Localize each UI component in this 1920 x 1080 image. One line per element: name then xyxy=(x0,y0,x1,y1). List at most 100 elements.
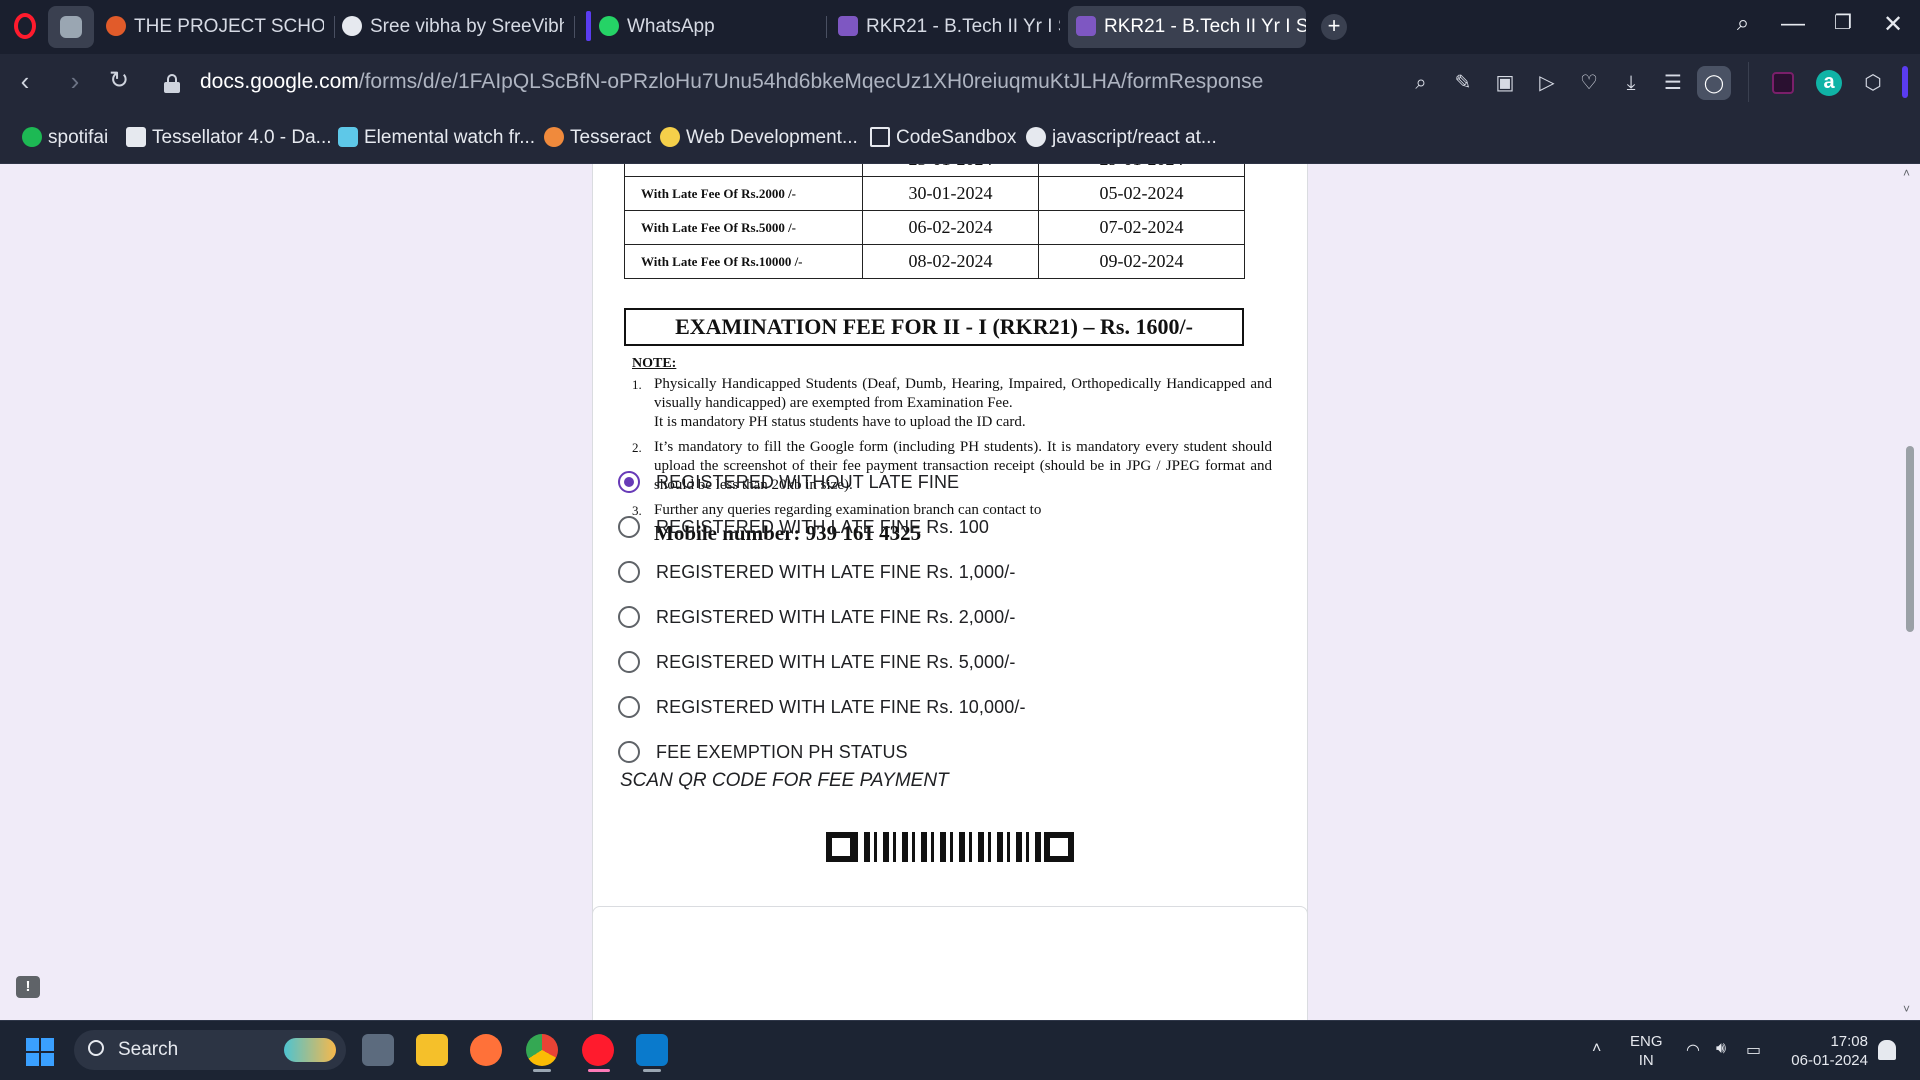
bookmark-web-development[interactable]: Web Development... xyxy=(660,124,858,152)
taskbar-search[interactable]: Search xyxy=(74,1030,346,1070)
tab-label: RKR21 - B.Tech II Yr I Sem xyxy=(866,16,1060,37)
radio-option-label: REGISTERED WITH LATE FINE Rs. 5,000/- xyxy=(656,651,1016,672)
search-icon xyxy=(88,1040,104,1056)
qr-section-title: SCAN QR CODE FOR FEE PAYMENT xyxy=(620,770,949,791)
url-field[interactable]: docs.google.com/forms/d/e/1FAIpQLScBfN-o… xyxy=(200,70,1263,94)
whatsapp-icon xyxy=(599,16,619,36)
radio-option[interactable]: REGISTERED WITH LATE FINE Rs. 10,000/- xyxy=(618,689,1026,725)
note-title: NOTE: xyxy=(632,356,677,371)
new-tab-button[interactable]: + xyxy=(1321,14,1347,40)
radio-option[interactable]: REGISTERED WITHOUT LATE FINE xyxy=(618,464,959,500)
windows-start-icon[interactable] xyxy=(26,1038,54,1066)
pinned-tab-chatgpt[interactable] xyxy=(48,6,94,48)
page-viewport: With Late Fee Of Rs.1000 /-23-01-202429-… xyxy=(0,164,1920,1020)
radio-option[interactable]: REGISTERED WITH LATE FINE Rs. 2,000/- xyxy=(618,599,1015,635)
fee-table-row: With Late Fee Of Rs.2000 /- 30-01-2024 05-… xyxy=(624,176,1245,211)
back-button[interactable]: ‹ xyxy=(10,66,40,97)
battery-icon[interactable]: ▭ xyxy=(1746,1040,1761,1060)
google-forms-icon xyxy=(838,16,858,36)
radio-button[interactable] xyxy=(618,741,640,763)
lock-icon[interactable] xyxy=(164,74,180,93)
camera-icon[interactable]: ▣ xyxy=(1492,70,1518,96)
search-tabs-icon[interactable]: ⌕ xyxy=(1726,10,1760,36)
radio-button[interactable] xyxy=(618,606,640,628)
firefox-icon[interactable] xyxy=(470,1034,502,1066)
spotify-icon xyxy=(22,127,42,147)
radio-button-checked[interactable] xyxy=(618,471,640,493)
github-icon xyxy=(1026,127,1046,147)
close-window-button[interactable]: ✕ xyxy=(1876,10,1910,39)
qr-finder xyxy=(826,832,856,862)
bookmark-elemental[interactable]: Elemental watch fr... xyxy=(338,124,535,152)
note-item: 1. Physically Handicapped Students (Deaf,… xyxy=(632,375,1272,432)
fee-table-row: With Late Fee Of Rs.1000 /-23-01-202429-… xyxy=(624,164,1245,177)
tab-project-school[interactable]: THE PROJECT SCHOOL xyxy=(106,6,324,48)
bookmark-codesandbox[interactable]: CodeSandbox xyxy=(870,124,1016,152)
google-forms-icon xyxy=(1076,16,1096,36)
scroll-down-arrow[interactable]: ˅ xyxy=(1903,1002,1910,1016)
radio-button[interactable] xyxy=(618,651,640,673)
download-icon[interactable]: ⤓ xyxy=(1618,70,1644,96)
edit-icon[interactable]: ✎ xyxy=(1450,70,1476,96)
opera-icon[interactable] xyxy=(582,1034,614,1066)
aria-icon[interactable]: a xyxy=(1816,70,1842,96)
cube-icon[interactable]: ⬡ xyxy=(1860,70,1886,96)
calculator-icon[interactable] xyxy=(362,1034,394,1066)
profile-button[interactable]: ◯ xyxy=(1697,66,1731,100)
show-hidden-icons-icon[interactable]: ˄ xyxy=(1592,1040,1601,1058)
fee-table-cell-label: With Late Fee Of Rs.1000 /- xyxy=(624,164,863,177)
tab-label: WhatsApp xyxy=(627,16,715,37)
scroll-up-arrow[interactable]: ˄ xyxy=(1903,166,1910,180)
fee-table-row: With Late Fee Of Rs.5000 /- 06-02-2024 07-… xyxy=(624,210,1245,245)
bookmark-javascript-react[interactable]: javascript/react at... xyxy=(1026,124,1217,152)
radio-option[interactable]: REGISTERED WITH LATE FINE Rs. 100 xyxy=(618,509,989,545)
file-explorer-icon[interactable] xyxy=(416,1034,448,1066)
elemental-icon xyxy=(338,127,358,147)
tab-rkr21-form[interactable]: RKR21 - B.Tech II Yr I Sem xyxy=(838,6,1060,48)
search-in-page-icon[interactable]: ⌕ xyxy=(1408,70,1434,96)
reload-button[interactable]: ↻ xyxy=(104,66,134,95)
chrome-icon[interactable] xyxy=(526,1034,558,1066)
tab-bar: THE PROJECT SCHOOL Sree vibha by SreeVib… xyxy=(0,0,1920,54)
tab-rkr21-form-active[interactable]: RKR21 - B.Tech II Yr I Sem xyxy=(1068,6,1306,48)
minimize-button[interactable]: — xyxy=(1776,10,1810,38)
bookmark-tesseract[interactable]: Tesseract xyxy=(544,124,651,152)
taskbar-clock[interactable]: 17:08 06-01-2024 xyxy=(1780,1032,1868,1070)
volume-icon[interactable]: 🔊︎ xyxy=(1716,1040,1726,1058)
send-icon[interactable]: ▷ xyxy=(1534,70,1560,96)
radio-option[interactable]: FEE EXEMPTION PH STATUS xyxy=(618,734,908,770)
tab-github[interactable]: Sree vibha by SreeVibha xyxy=(342,6,564,48)
search-highlight-icon xyxy=(284,1038,336,1062)
feedback-icon[interactable]: ! xyxy=(16,976,40,998)
web-dev-icon xyxy=(660,127,680,147)
heart-icon[interactable]: ♡ xyxy=(1576,70,1602,96)
radio-option[interactable]: REGISTERED WITH LATE FINE Rs. 1,000/- xyxy=(618,554,1015,590)
forward-button[interactable]: › xyxy=(60,66,90,97)
fee-table-cell-to: 09-02-2024 xyxy=(1038,244,1245,279)
chatgpt-icon xyxy=(60,16,82,38)
restore-button[interactable]: ❐ xyxy=(1826,10,1860,35)
radio-button[interactable] xyxy=(618,516,640,538)
easy-setup-icon[interactable]: ☰ xyxy=(1660,70,1686,96)
wifi-icon[interactable]: ◠ xyxy=(1686,1040,1700,1060)
late-fee-table: With Late Fee Of Rs.1000 /-23-01-202429-… xyxy=(624,164,1245,279)
language-indicator[interactable]: ENG IN xyxy=(1630,1032,1663,1070)
fee-table-cell-to: 05-02-2024 xyxy=(1038,176,1245,211)
exam-fee-heading: EXAMINATION FEE FOR II - I (RKR21) – Rs.… xyxy=(624,308,1244,346)
vscode-icon[interactable] xyxy=(636,1034,668,1066)
scrollbar-thumb[interactable] xyxy=(1906,446,1914,632)
tab-whatsapp[interactable]: WhatsApp xyxy=(586,6,800,48)
fee-table-cell-label: With Late Fee Of Rs.2000 /- xyxy=(624,176,863,211)
fee-table-cell-to: 29-01-2024 xyxy=(1038,164,1245,177)
fee-table-cell-from: 30-01-2024 xyxy=(862,176,1039,211)
notification-bell-icon[interactable] xyxy=(1878,1040,1896,1060)
radio-button[interactable] xyxy=(618,561,640,583)
bookmark-spotifai[interactable]: spotifai xyxy=(22,124,108,152)
extension-icon[interactable] xyxy=(1772,72,1794,94)
github-icon xyxy=(342,16,362,36)
radio-button[interactable] xyxy=(618,696,640,718)
radio-option[interactable]: REGISTERED WITH LATE FINE Rs. 5,000/- xyxy=(618,644,1015,680)
fee-table-cell-label: With Late Fee Of Rs.5000 /- xyxy=(624,210,863,245)
opera-logo-icon[interactable] xyxy=(14,13,36,39)
bookmark-tessellator[interactable]: Tessellator 4.0 - Da... xyxy=(126,124,332,152)
